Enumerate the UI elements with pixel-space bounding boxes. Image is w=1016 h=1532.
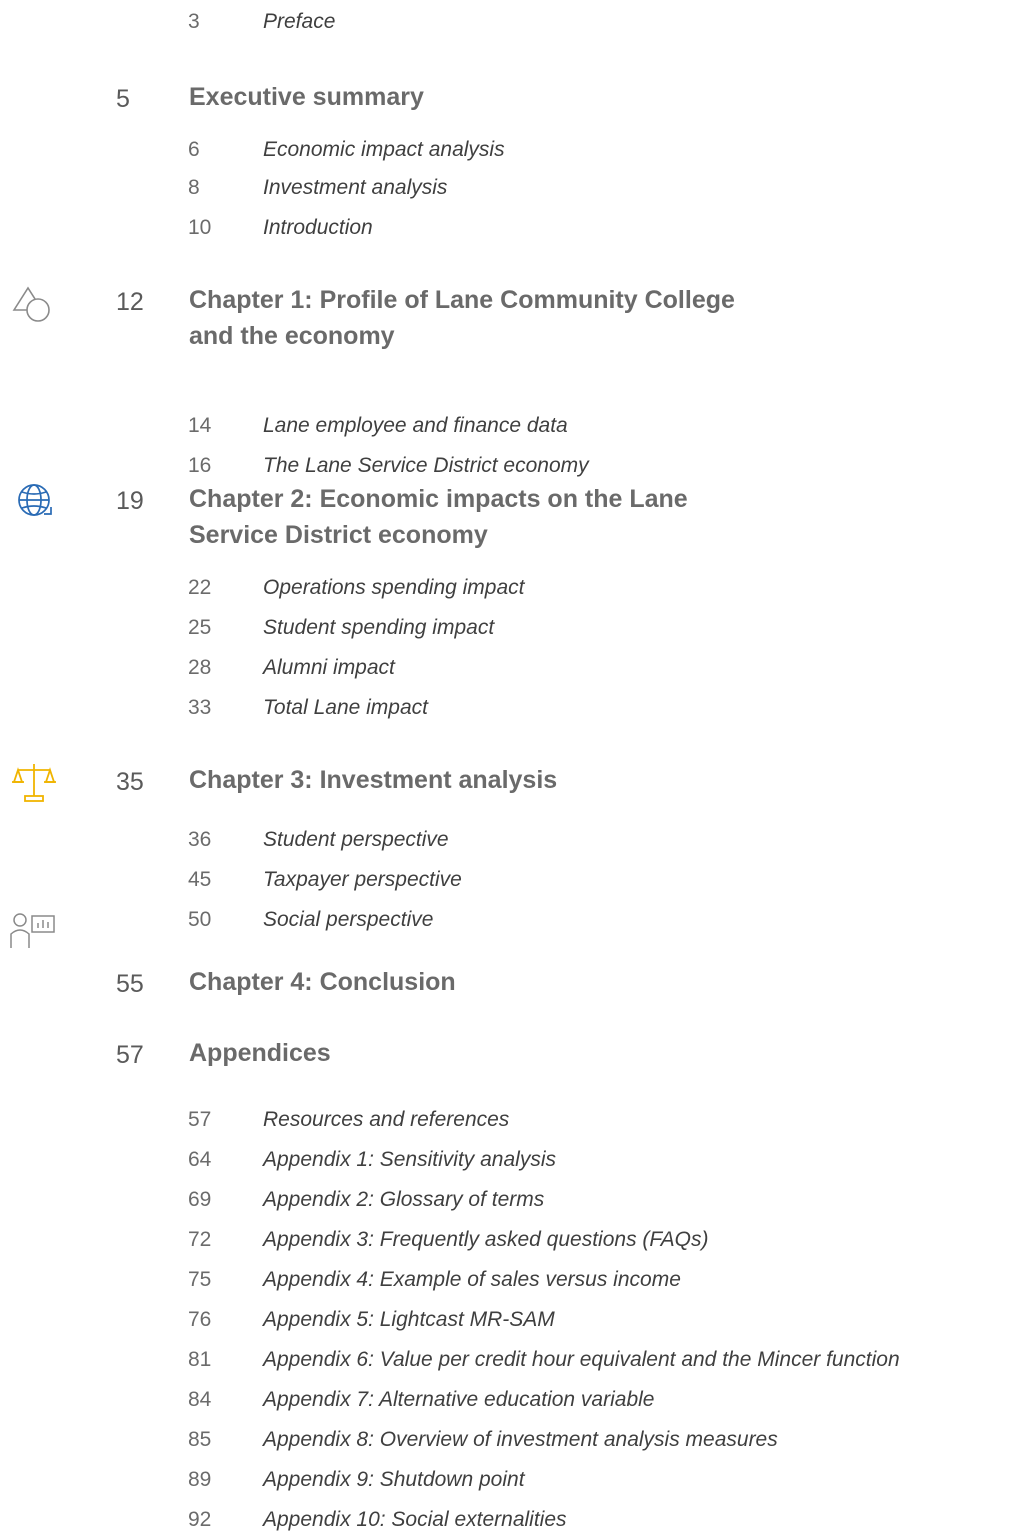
toc-title: Appendix 2: Glossary of terms — [263, 1188, 545, 1211]
toc-title: Appendices — [189, 1039, 331, 1067]
toc-title: Preface — [263, 10, 336, 33]
toc-page-number: 36 — [188, 828, 212, 851]
toc-title: Investment analysis — [263, 176, 448, 199]
toc-title: Appendix 5: Lightcast MR-SAM — [263, 1308, 555, 1331]
toc-page-number: 76 — [188, 1308, 212, 1331]
toc-page-number: 12 — [116, 288, 144, 316]
toc-title: Executive summary — [189, 83, 424, 111]
toc-page-number: 57 — [116, 1041, 144, 1069]
toc-title: Appendix 4: Example of sales versus inco… — [263, 1268, 681, 1291]
toc-page-number: 3 — [188, 10, 200, 33]
toc-title: Chapter 1: Profile of Lane Community Col… — [189, 286, 735, 350]
toc-page-number: 28 — [188, 656, 212, 679]
toc-title: Appendix 1: Sensitivity analysis — [263, 1148, 556, 1171]
toc-title: Appendix 6: Value per credit hour equiva… — [263, 1348, 900, 1371]
toc-title: Social perspective — [263, 908, 434, 931]
table-of-contents: 3 Preface 5 Executive summary 6 Economic impa… — [0, 0, 1016, 1532]
toc-page-number: 89 — [188, 1468, 212, 1491]
toc-page-number: 72 — [188, 1228, 212, 1251]
toc-title: Alumni impact — [263, 656, 395, 679]
toc-title: Introduction — [263, 216, 373, 239]
toc-page-number: 55 — [116, 970, 144, 998]
toc-page-number: 19 — [116, 487, 144, 515]
toc-page-number: 6 — [188, 138, 200, 161]
toc-page-number: 81 — [188, 1348, 212, 1371]
toc-page-number: 92 — [188, 1508, 212, 1531]
toc-page-number: 25 — [188, 616, 212, 639]
toc-title: Appendix 9: Shutdown point — [263, 1468, 525, 1491]
toc-page-number: 84 — [188, 1388, 212, 1411]
scale-icon — [12, 764, 56, 802]
toc-page-number: 64 — [188, 1148, 212, 1171]
toc-title: Appendix 8: Overview of investment analy… — [263, 1428, 778, 1451]
toc-page-number: 33 — [188, 696, 212, 719]
toc-page-number: 45 — [188, 868, 212, 891]
toc-title: Student spending impact — [263, 616, 495, 639]
toc-title: Chapter 3: Investment analysis — [189, 766, 558, 794]
toc-title: Lane employee and finance data — [263, 414, 568, 437]
presenter-chart-icon — [10, 913, 55, 948]
toc-page-number: 16 — [188, 454, 212, 477]
toc-page-number: 8 — [188, 176, 200, 199]
toc-page-number: 69 — [188, 1188, 212, 1211]
toc-title: Taxpayer perspective — [263, 868, 462, 891]
toc-page-number: 22 — [188, 576, 212, 599]
toc-page-number: 75 — [188, 1268, 212, 1291]
toc-page-number: 85 — [188, 1428, 212, 1451]
toc-page-number: 10 — [188, 216, 212, 239]
toc-page-number: 50 — [188, 908, 212, 931]
toc-title: Chapter 4: Conclusion — [189, 968, 456, 996]
shapes-icon — [12, 286, 50, 322]
toc-title: Student perspective — [263, 828, 449, 851]
toc-title: Resources and references — [263, 1108, 510, 1131]
toc-title: Operations spending impact — [263, 576, 525, 599]
toc-title: Appendix 3: Frequently asked questions (… — [263, 1228, 709, 1251]
toc-title: Chapter 2: Economic impacts on the Lane … — [189, 485, 688, 549]
toc-page-number: 14 — [188, 414, 212, 437]
toc-page-number: 35 — [116, 768, 144, 796]
toc-page-number: 57 — [188, 1108, 212, 1131]
toc-page-number: 5 — [116, 85, 130, 113]
toc-title: Appendix 10: Social externalities — [263, 1508, 567, 1531]
toc-title: Total Lane impact — [263, 696, 428, 719]
toc-title: Economic impact analysis — [263, 138, 505, 161]
globe-icon — [18, 484, 52, 516]
toc-title: The Lane Service District economy — [263, 454, 589, 477]
toc-title: Appendix 7: Alternative education variab… — [263, 1388, 655, 1411]
